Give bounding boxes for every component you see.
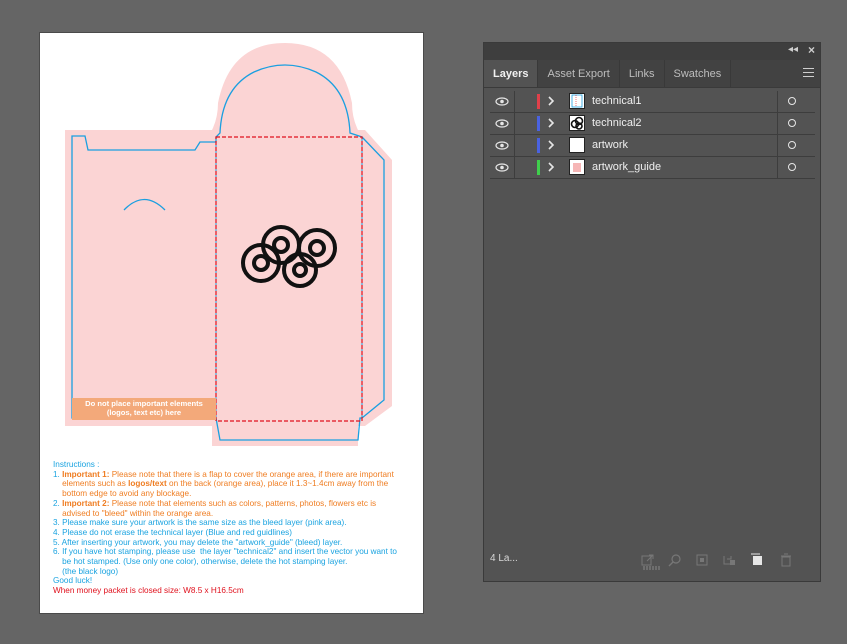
target-circle-icon[interactable]	[777, 157, 814, 178]
chevron-right-icon[interactable]	[546, 115, 558, 131]
instruction-text: Please note that there is a flap to cove…	[109, 469, 394, 479]
instruction-text: elements such as	[53, 479, 129, 489]
layer-name[interactable]: artwork	[592, 139, 628, 151]
instruction-line: (the black logo)	[53, 566, 119, 576]
tab-asset-export[interactable]: Asset Export	[538, 60, 620, 87]
layer-thumbnail	[569, 115, 585, 131]
layer-color-bar	[537, 116, 540, 131]
no-placement-notice: Do not place important elements (logos, …	[72, 398, 216, 420]
lock-toggle[interactable]	[514, 113, 535, 134]
layer-name[interactable]: technical1	[592, 95, 642, 107]
layer-row-artwork-guide[interactable]: artwork_guide	[490, 157, 815, 179]
artboard[interactable]: Do not place important elements (logos, …	[40, 33, 423, 613]
tab-links[interactable]: Links	[620, 60, 665, 87]
layer-thumbnail	[569, 93, 585, 109]
panel-footer: 4 La...	[484, 549, 820, 571]
instruction-highlight: logos/text	[128, 479, 167, 489]
target-circle-icon[interactable]	[777, 91, 814, 112]
instruction-text: Please note that elements such as colors…	[109, 498, 377, 508]
lock-toggle[interactable]	[514, 157, 535, 178]
layer-name[interactable]: artwork_guide	[592, 161, 661, 173]
instruction-line: 1. Important 1: Please note that there i…	[53, 470, 418, 480]
instruction-line: 3. Please make sure your artwork is the …	[53, 518, 347, 528]
instruction-highlight: Important 1:	[62, 469, 110, 479]
target-circle-icon[interactable]	[777, 113, 814, 134]
collapse-panel-icon[interactable]: ◂◂	[788, 44, 798, 55]
visibility-eye-icon[interactable]	[490, 91, 514, 112]
close-icon[interactable]: ×	[808, 43, 815, 57]
instruction-line: be hot stamped. (Use only one color), ot…	[53, 557, 348, 567]
layer-name[interactable]: technical2	[592, 117, 642, 129]
tab-swatches[interactable]: Swatches	[665, 60, 732, 87]
instruction-line: 6. If you have hot stamping, please use …	[53, 547, 397, 557]
chevron-right-icon[interactable]	[546, 159, 558, 175]
layer-row-technical2[interactable]: technical2	[490, 113, 815, 135]
lock-toggle[interactable]	[514, 91, 535, 112]
layers-panel: ◂◂ × Layers Asset Export Links Swatches …	[483, 42, 821, 582]
instruction-highlight: Important 2:	[62, 498, 110, 508]
layer-thumbnail	[569, 159, 585, 175]
instruction-line: 5. After inserting your artwork, you may…	[53, 537, 343, 547]
new-layer-icon[interactable]	[750, 553, 764, 567]
chevron-right-icon[interactable]	[546, 93, 558, 109]
instruction-text: on the back (orange area), place it 1.3~…	[166, 479, 389, 489]
layer-color-bar	[537, 94, 540, 109]
clipping-mask-icon[interactable]	[695, 553, 709, 567]
layer-row-technical1[interactable]: technical1	[490, 91, 815, 113]
tab-layers[interactable]: Layers	[484, 60, 539, 87]
layer-color-bar	[537, 160, 540, 175]
search-icon[interactable]	[668, 553, 682, 567]
layer-list: technical1 technical2 artwork artwork_gu…	[490, 91, 815, 179]
visibility-eye-icon[interactable]	[490, 135, 514, 156]
panel-tabs: Layers Asset Export Links Swatches	[484, 60, 820, 88]
instructions-heading: Instructions :	[53, 460, 100, 469]
instruction-line: advised to "bleed" within the orange are…	[53, 508, 214, 518]
closed-size-note: When money packet is closed size: W8.5 x…	[53, 586, 244, 596]
layer-color-bar	[537, 138, 540, 153]
layer-row-artwork[interactable]: artwork	[490, 135, 815, 157]
visibility-eye-icon[interactable]	[490, 157, 514, 178]
instruction-text: 2.	[53, 498, 63, 508]
target-circle-icon[interactable]	[777, 135, 814, 156]
layer-count: 4 La...	[490, 553, 518, 564]
bleed-area	[65, 43, 392, 446]
layer-thumbnail	[569, 137, 585, 153]
resize-grip-icon[interactable]	[642, 565, 662, 571]
instruction-line: Good luck!	[53, 576, 93, 586]
instructions-text: Instructions : 1. Important 1: Please no…	[53, 460, 418, 596]
panel-menu-icon[interactable]	[803, 68, 814, 77]
instruction-text: 1.	[53, 469, 63, 479]
instruction-line: 4. Please do not erase the technical lay…	[53, 527, 292, 537]
chevron-right-icon[interactable]	[546, 137, 558, 153]
visibility-eye-icon[interactable]	[490, 113, 514, 134]
panel-title-bar[interactable]: ◂◂ ×	[484, 43, 820, 60]
instruction-line: bottom edge to avoid any blockage.	[53, 489, 192, 499]
instruction-line: elements such as logos/text on the back …	[53, 479, 418, 489]
trash-icon[interactable]	[779, 553, 793, 567]
new-sublayer-icon[interactable]	[722, 553, 736, 567]
lock-toggle[interactable]	[514, 135, 535, 156]
instruction-line: 2. Important 2: Please note that element…	[53, 499, 418, 509]
